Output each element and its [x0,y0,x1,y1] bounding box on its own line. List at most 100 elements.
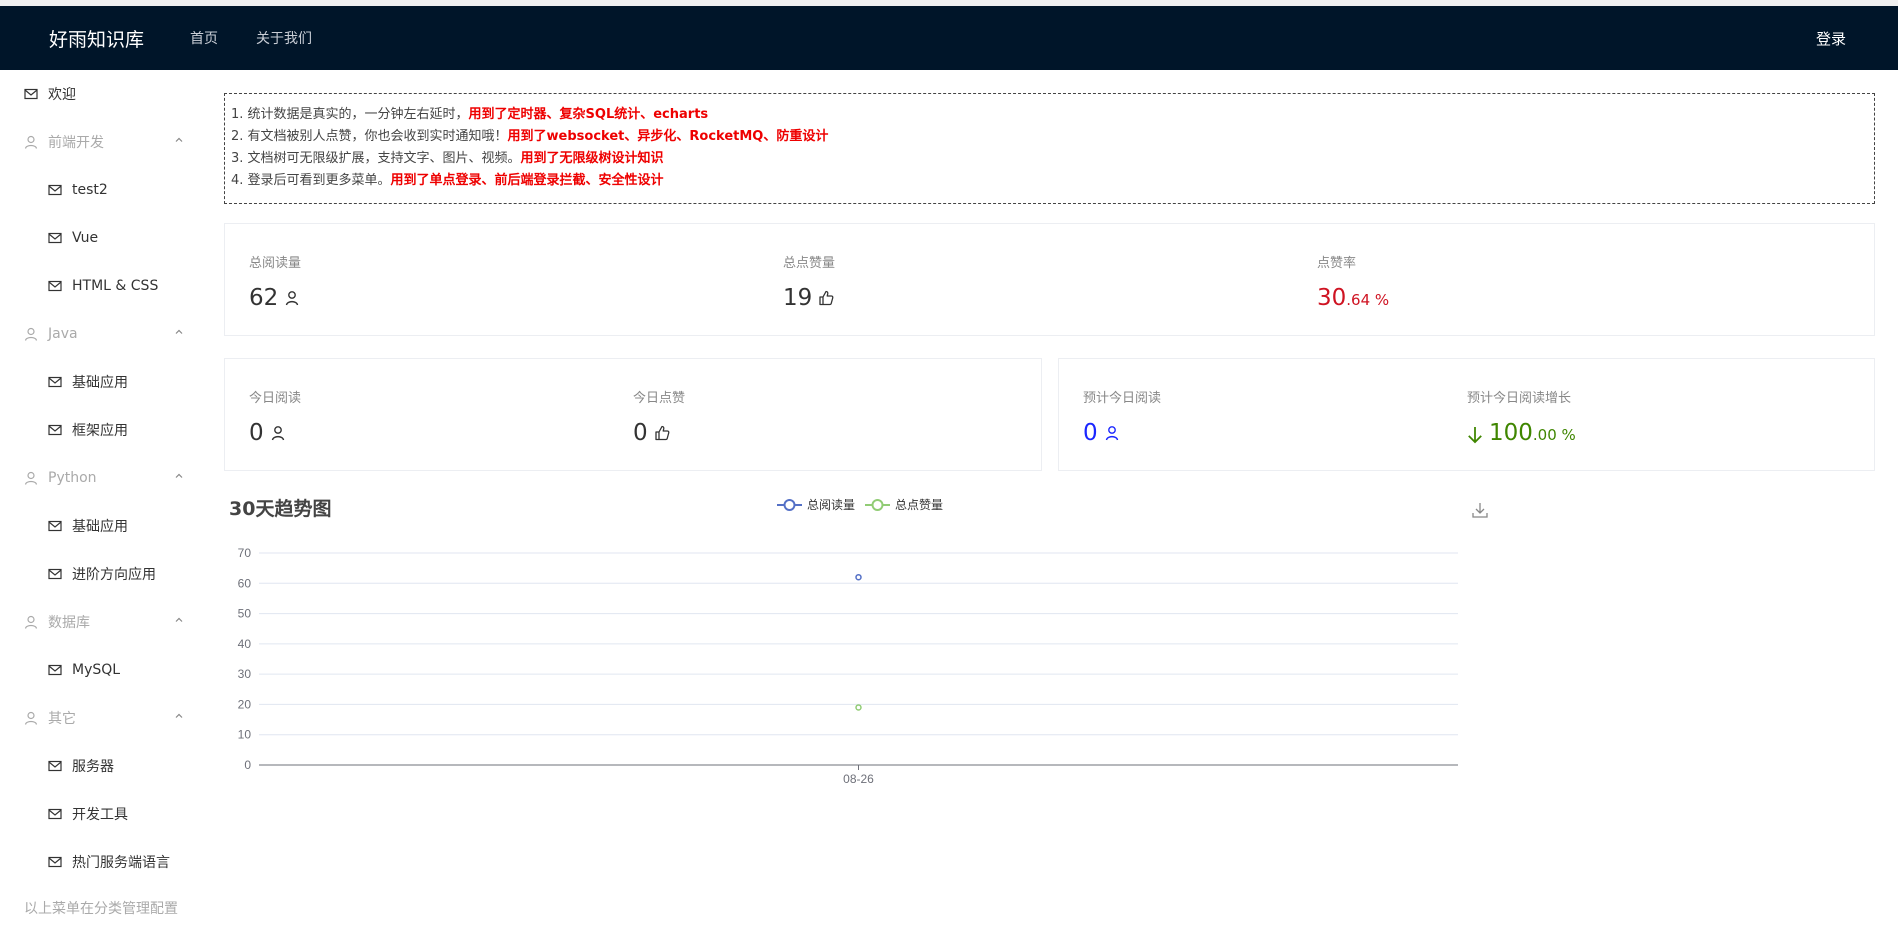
sidebar-item-label: 开发工具 [72,807,128,823]
sidebar-group-python[interactable]: Python [24,454,184,502]
stat-total-vote: 总点赞量 19 [783,252,835,311]
sidebar-item-java-basic[interactable]: 基础应用 [48,358,128,406]
sidebar-group-other[interactable]: 其它 [24,694,184,742]
sidebar-item-label: 基础应用 [72,519,128,535]
legend-item[interactable]: 总阅读量 [777,498,855,512]
sidebar-item-label: Vue [72,230,99,246]
user-icon [284,290,300,306]
arrow-down-icon [1467,425,1483,444]
y-tick-label: 50 [238,607,252,621]
sidebar-item-label: 热门服务端语言 [72,855,170,871]
sidebar-item-devtools[interactable]: 开发工具 [48,790,128,838]
like-icon [818,290,834,306]
mail-icon [48,855,62,869]
stat-label: 预计今日阅读增长 [1467,391,1572,406]
stat-forecast-view: 预计今日阅读 0 [1083,387,1161,446]
legend-item[interactable]: 总点赞量 [865,498,943,512]
stat-label: 今日点赞 [633,391,686,406]
stat-value: 0 [1083,420,1161,446]
y-tick-label: 10 [238,728,252,742]
sidebar-item-python-basic[interactable]: 基础应用 [48,502,128,550]
notice-line: 2. 有文档被别人点赞，你也会收到实时通知哦！用到了websocket、异步化、… [231,129,829,144]
data-point-vote[interactable] [855,704,862,711]
like-icon [654,425,670,441]
legend-label: 总点赞量 [895,498,943,512]
mail-icon [48,663,62,677]
download-icon[interactable] [1472,503,1488,518]
sidebar-group-label: 前端开发 [48,135,104,151]
nav-home[interactable]: 首页 [190,28,218,48]
chevron-up-icon [175,329,183,334]
stat-value: 0 [633,420,685,446]
x-tick-label: 08-26 [843,772,874,786]
login-button[interactable]: 登录 [1816,28,1846,49]
nav-about[interactable]: 关于我们 [256,28,312,48]
mail-icon [48,375,62,389]
stat-label: 今日阅读 [249,391,302,406]
sidebar-group-label: Python [48,470,97,486]
mail-icon [48,519,62,533]
sidebar-group-label: 其它 [48,711,76,727]
stat-today-view: 今日阅读 0 [249,387,301,446]
stat-value: 30.64 % [1317,285,1390,311]
sidebar-item-html-css[interactable]: HTML & CSS [48,262,158,310]
sidebar-item-mysql[interactable]: MySQL [48,646,120,694]
mail-icon [48,183,62,197]
stat-value: 100.00 % [1467,420,1576,446]
chevron-up-icon [175,617,183,622]
stat-value: 0 [249,420,301,446]
sidebar-group-label: 数据库 [48,615,90,631]
user-icon [24,471,38,485]
header: 好雨知识库 首页 关于我们 登录 [0,6,1898,70]
sidebar-item-label: 服务器 [72,759,114,775]
mail-icon [48,759,62,773]
data-point-view[interactable] [855,573,862,581]
stat-vote-rate: 点赞率 30.64 % [1317,252,1389,311]
today-stats-card: 今日阅读 0 今日点赞 0 [224,358,1042,471]
sidebar-item-vue[interactable]: Vue [48,214,98,262]
mail-icon [48,231,62,245]
y-tick-label: 60 [238,576,252,590]
sidebar-item-label: HTML & CSS [72,278,159,294]
mail-icon [48,423,62,437]
user-icon [270,425,286,441]
total-stats-card: 总阅读量 62 总点赞量 19 点赞率 30.64 % [224,223,1875,336]
sidebar-item-label: 框架应用 [72,423,128,439]
notice-line: 1. 统计数据是真实的，一分钟左右延时，用到了定时器、复杂SQL统计、echar… [231,107,709,122]
sidebar-item-label: test2 [72,182,108,198]
stat-label: 总阅读量 [249,256,302,271]
chevron-up-icon [175,473,183,478]
mail-icon [48,567,62,581]
sidebar-group-frontend[interactable]: 前端开发 [24,118,184,166]
sidebar-item-label: 进阶方向应用 [72,567,156,583]
notice-line: 3. 文档树可无限级扩展，支持文字、图片、视频。用到了无限级树设计知识 [231,151,664,166]
stat-value: 19 [783,285,835,311]
stat-today-vote: 今日点赞 0 [633,387,685,446]
sidebar-item-python-advanced[interactable]: 进阶方向应用 [48,550,156,598]
stat-label: 总点赞量 [783,256,836,271]
stat-value: 62 [249,285,301,311]
notice-line: 4. 登录后可看到更多菜单。用到了单点登录、前后端登录拦截、安全性设计 [231,173,664,188]
sidebar-item-server-langs[interactable]: 热门服务端语言 [48,838,170,886]
sidebar-item-server[interactable]: 服务器 [48,742,114,790]
notice-box: 1. 统计数据是真实的，一分钟左右延时，用到了定时器、复杂SQL统计、echar… [224,93,1875,204]
user-icon [24,135,38,149]
sidebar-item-label: 基础应用 [72,375,128,391]
sidebar-group-database[interactable]: 数据库 [24,598,184,646]
sidebar-group-java[interactable]: Java [24,310,184,358]
legend-label: 总阅读量 [807,498,855,512]
mail-icon [48,807,62,821]
trend-chart: 0 10 20 30 40 50 60 70 08-26 总阅读量 总点赞量 [238,498,1488,786]
sidebar-item-welcome[interactable]: 欢迎 [24,70,76,118]
stat-label: 点赞率 [1317,256,1357,271]
sidebar-item-label: 欢迎 [48,87,76,103]
forecast-stats-card: 预计今日阅读 0 预计今日阅读增长 100.00 % [1058,358,1875,471]
stat-label: 预计今日阅读 [1083,391,1162,406]
stat-forecast-growth: 预计今日阅读增长 100.00 % [1467,387,1576,446]
mail-icon [48,279,62,293]
sidebar-item-java-framework[interactable]: 框架应用 [48,406,128,454]
sidebar-item-test2[interactable]: test2 [48,166,108,214]
y-tick-label: 70 [238,546,252,560]
y-tick-label: 20 [238,697,252,711]
legend-marker [783,499,796,511]
